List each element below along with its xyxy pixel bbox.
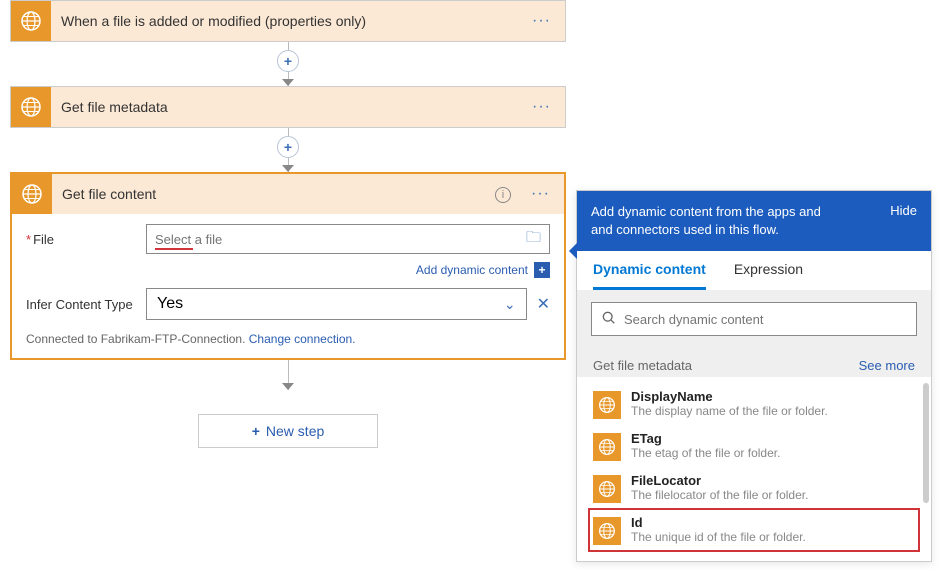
connector (10, 360, 566, 390)
ftp-icon (11, 87, 51, 127)
connector: + (10, 128, 566, 172)
ftp-icon (593, 475, 621, 503)
validation-underline (155, 248, 193, 250)
step-menu-button[interactable]: ··· (518, 98, 565, 116)
change-connection-link[interactable]: Change connection. (249, 332, 356, 346)
dyn-item-etag[interactable]: ETag The etag of the file or folder. (589, 425, 919, 467)
step-title: When a file is added or modified (proper… (51, 13, 518, 29)
insert-step-button[interactable]: + (277, 50, 299, 72)
dyn-item-id[interactable]: Id The unique id of the file or folder. (589, 509, 919, 551)
dyn-item-displayname[interactable]: DisplayName The display name of the file… (589, 383, 919, 425)
infer-label: Infer Content Type (26, 297, 146, 312)
ftp-icon (593, 391, 621, 419)
search-box[interactable] (591, 302, 917, 336)
insert-step-button[interactable]: + (277, 136, 299, 158)
clear-button[interactable]: ✕ (537, 294, 550, 314)
search-input[interactable] (624, 312, 906, 327)
scrollbar[interactable] (923, 383, 929, 503)
search-icon (602, 311, 616, 328)
ftp-icon (593, 433, 621, 461)
folder-icon[interactable]: 🗀 (526, 227, 541, 252)
panel-header-text: Add dynamic content from the apps and an… (591, 203, 841, 239)
step-title: Get file metadata (51, 99, 518, 115)
infer-value: Yes (157, 295, 183, 313)
content-step: Get file content i ··· *File 🗀 Add dynam… (10, 172, 566, 360)
dynamic-content-panel: Add dynamic content from the apps and an… (576, 190, 932, 562)
ftp-icon (593, 517, 621, 545)
step-title: Get file content (52, 186, 489, 202)
hide-panel-link[interactable]: Hide (890, 203, 917, 218)
step-menu-button[interactable]: ··· (518, 12, 565, 30)
see-more-link[interactable]: See more (859, 358, 915, 373)
dyn-item-filelocator[interactable]: FileLocator The filelocator of the file … (589, 467, 919, 509)
step-menu-button[interactable]: ··· (517, 185, 564, 203)
ftp-icon (12, 174, 52, 214)
file-text-input[interactable] (155, 232, 526, 247)
callout-arrow (569, 243, 577, 259)
metadata-step[interactable]: Get file metadata ··· (10, 86, 566, 128)
add-dynamic-plus-icon[interactable]: + (534, 262, 550, 278)
file-input[interactable]: 🗀 (146, 224, 550, 254)
file-label: *File (26, 232, 146, 247)
connection-info: Connected to Fabrikam-FTP-Connection. Ch… (26, 324, 550, 346)
infer-select[interactable]: Yes ⌄ (146, 288, 527, 320)
tab-dynamic-content[interactable]: Dynamic content (593, 261, 706, 290)
new-step-button[interactable]: +New step (198, 414, 378, 448)
section-title: Get file metadata (593, 358, 692, 373)
add-dynamic-content-link[interactable]: Add dynamic content (416, 263, 528, 277)
ftp-icon (11, 1, 51, 41)
chevron-down-icon: ⌄ (504, 296, 516, 313)
info-button[interactable]: i (489, 185, 517, 203)
trigger-step[interactable]: When a file is added or modified (proper… (10, 0, 566, 42)
tab-expression[interactable]: Expression (734, 261, 803, 290)
connector: + (10, 42, 566, 86)
